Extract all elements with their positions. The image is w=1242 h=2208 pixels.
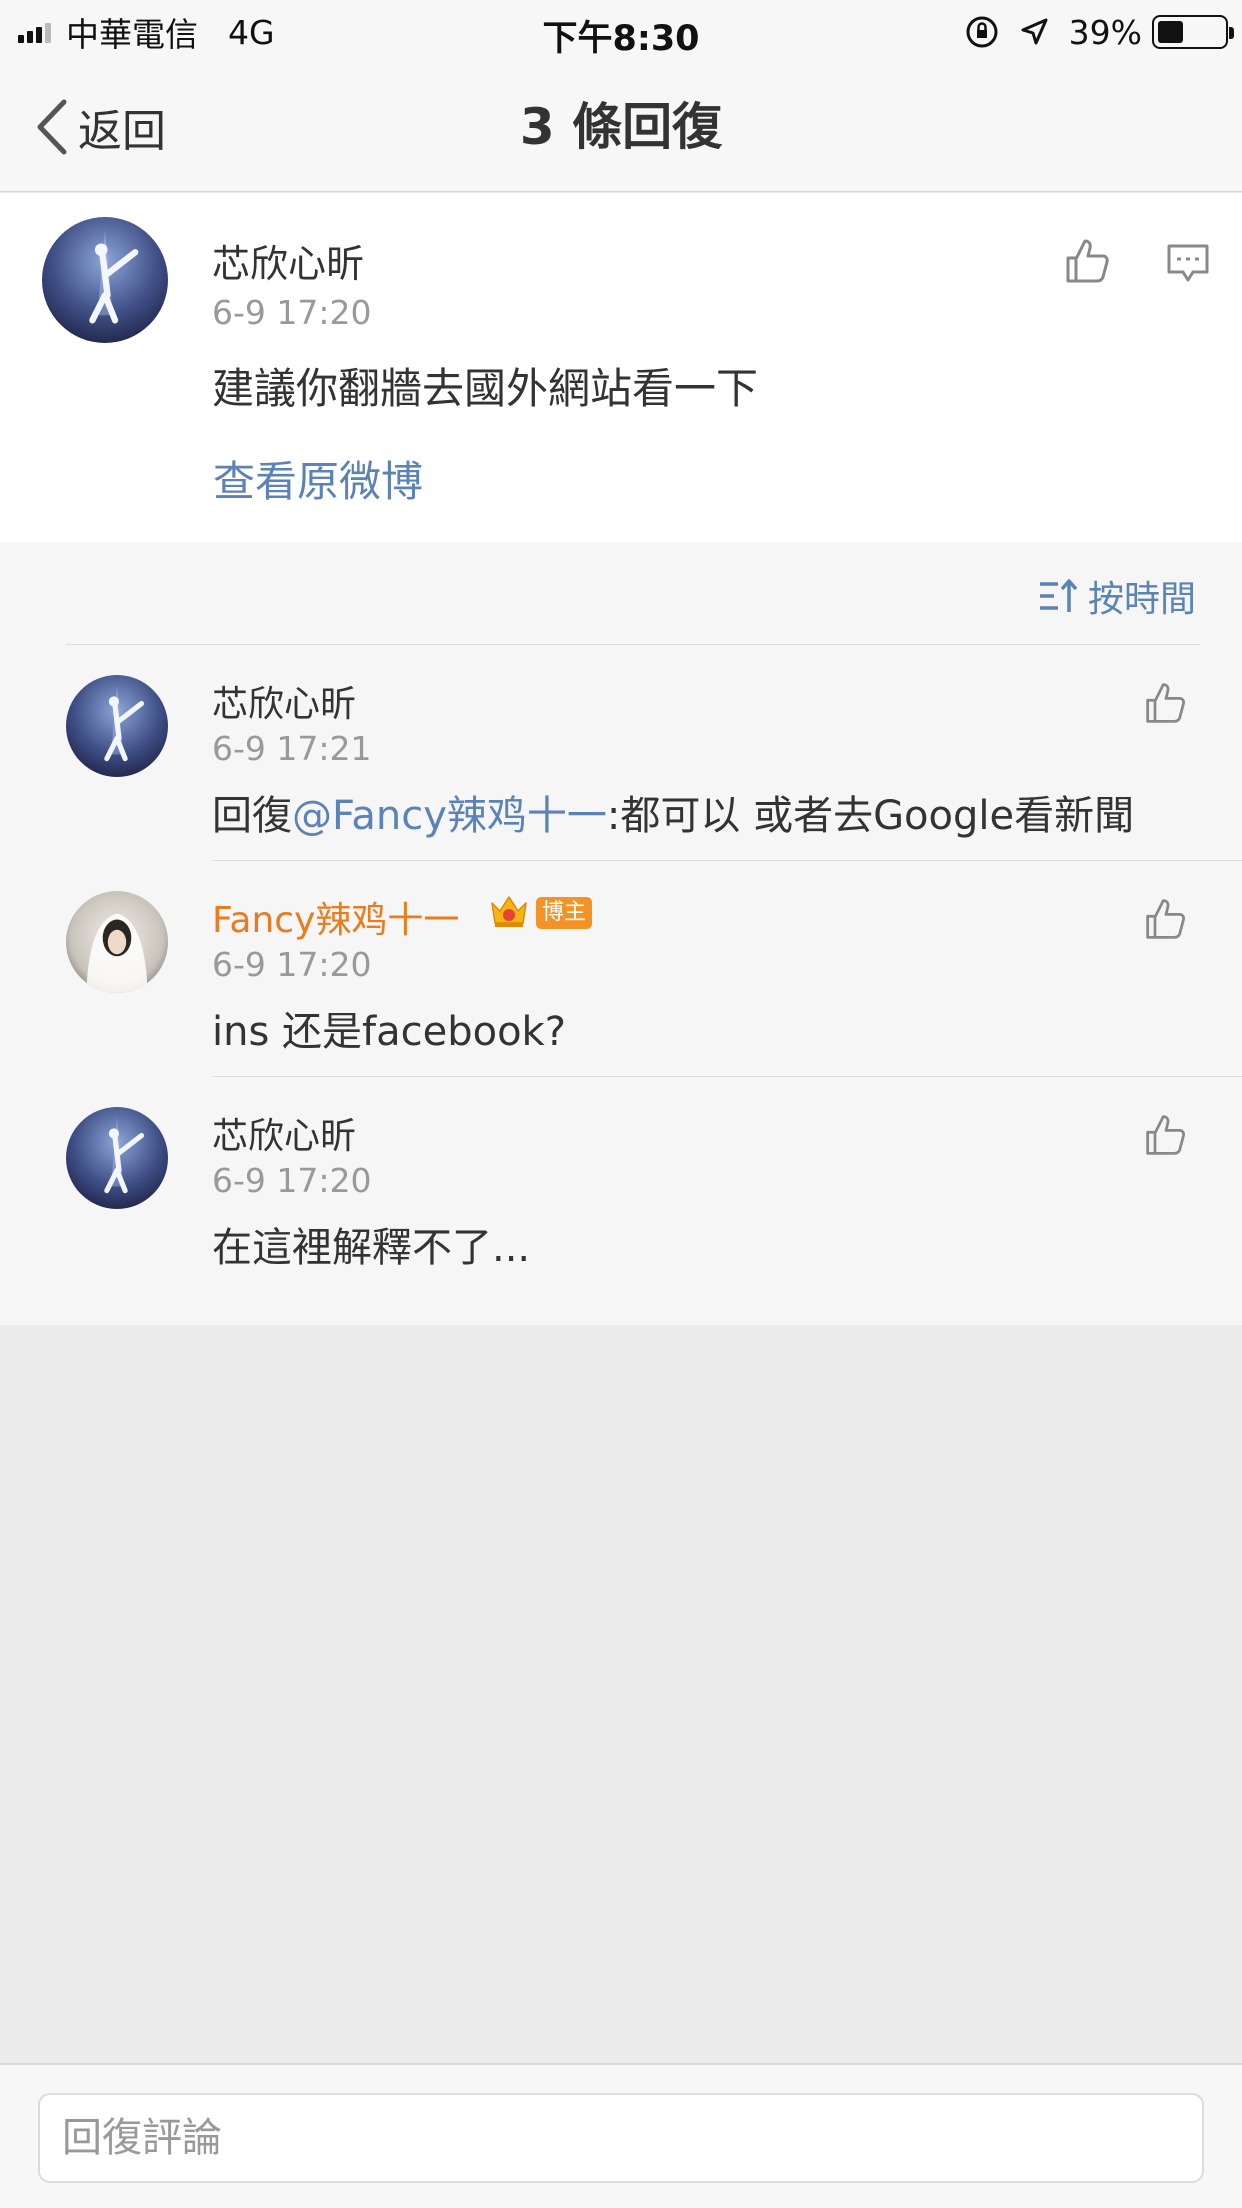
battery-icon: [1152, 15, 1234, 49]
reply-timestamp: 6-9 17:20: [212, 945, 372, 984]
reply-list: 按時間 芯欣心昕 6-9 17:21 回復@Fancy辣鸡十一:都可以 或者去G…: [0, 542, 1242, 1325]
view-original-link[interactable]: 查看原微博: [213, 448, 423, 509]
reply-text: 在這裡解釋不了...: [212, 1225, 531, 1271]
blogger-badge: 博主: [536, 897, 593, 929]
vip-crown-icon: [491, 896, 527, 927]
mention-link[interactable]: @Fancy辣鸡十一: [292, 793, 607, 839]
main-comment: 芯欣心昕 6-9 17:20 建議你翻牆去國外網站看一下 查看原微博: [0, 193, 1242, 542]
avatar[interactable]: [66, 891, 168, 993]
comment-button[interactable]: [1166, 243, 1210, 289]
reply-username[interactable]: 芯欣心昕: [212, 675, 356, 727]
like-button[interactable]: [1144, 897, 1188, 945]
reply-item: 芯欣心昕 6-9 17:20 在這裡解釋不了...: [0, 1077, 1242, 1292]
like-button[interactable]: [1064, 237, 1112, 289]
navigation-bar: 返回 3 條回復: [0, 62, 1242, 192]
comment-username[interactable]: 芯欣心昕: [212, 233, 364, 288]
battery-fill: [1158, 21, 1183, 43]
reply-comment-input[interactable]: [38, 2093, 1204, 2183]
avatar[interactable]: [42, 217, 168, 343]
sort-icon: [1039, 579, 1078, 612]
like-button[interactable]: [1144, 1113, 1188, 1161]
sort-label: 按時間: [1087, 579, 1196, 620]
like-button[interactable]: [1144, 681, 1188, 729]
thumbs-up-icon: [1146, 899, 1186, 939]
reply-body: :都可以 或者去Google看新聞: [606, 793, 1135, 839]
avatar[interactable]: [66, 1107, 168, 1209]
comment-bubble-icon: [1167, 244, 1209, 282]
reply-username[interactable]: 芯欣心昕: [212, 1107, 356, 1159]
reply-text: ins 还是facebook?: [212, 1009, 566, 1055]
reply-prefix: 回復: [212, 793, 292, 839]
status-bar: 中華電信 4G 下午8:30 39%: [0, 0, 1242, 62]
reply-text: 回復@Fancy辣鸡十一:都可以 或者去Google看新聞: [212, 783, 1134, 841]
orientation-lock-icon: [965, 15, 999, 49]
page-title: 3 條回復: [519, 98, 723, 156]
comment-text: 建議你翻牆去國外網站看一下: [212, 364, 759, 413]
reply-timestamp: 6-9 17:21: [212, 729, 372, 768]
reply-timestamp: 6-9 17:20: [212, 1161, 372, 1200]
comment-timestamp: 6-9 17:20: [212, 293, 372, 332]
reply-item: Fancy辣鸡十一 博主 6-9 17:20 ins 还是facebook?: [0, 861, 1242, 1076]
thumbs-up-icon: [1146, 1115, 1186, 1155]
status-right: 39%: [965, 12, 1234, 52]
sort-button[interactable]: 按時間: [1038, 566, 1196, 626]
thumbs-up-icon: [1146, 683, 1186, 723]
bottom-input-bar: [0, 2063, 1242, 2208]
thumbs-up-icon: [1066, 239, 1109, 283]
avatar[interactable]: [66, 675, 168, 777]
reply-username[interactable]: Fancy辣鸡十一: [212, 891, 459, 943]
reply-item: 芯欣心昕 6-9 17:21 回復@Fancy辣鸡十一:都可以 或者去Googl…: [0, 645, 1242, 860]
battery-percent: 39%: [1068, 12, 1142, 52]
location-arrow-icon: [1019, 17, 1049, 47]
